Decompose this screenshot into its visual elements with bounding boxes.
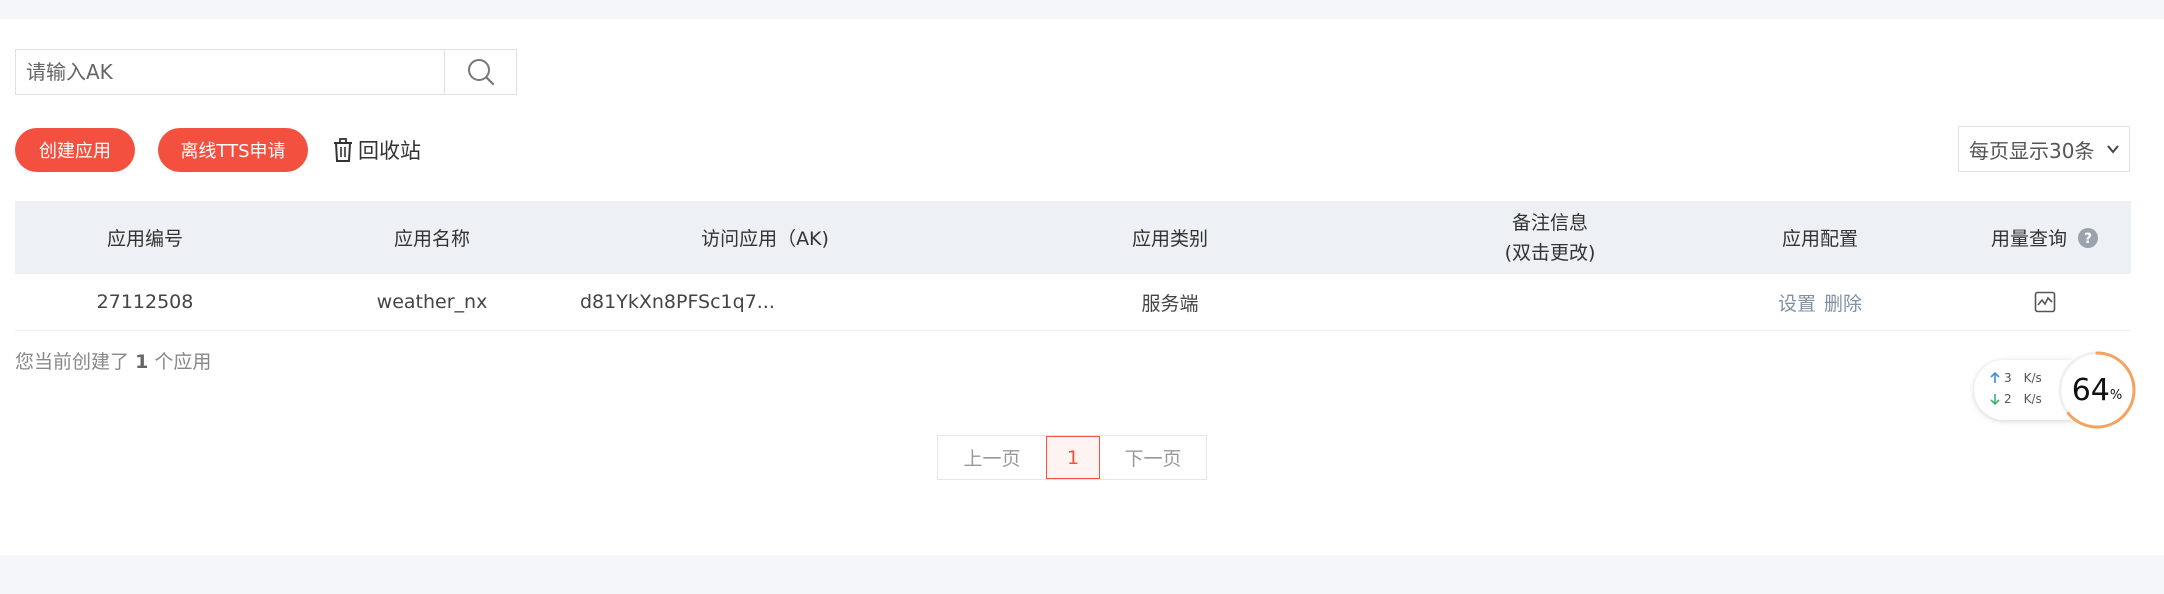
- upload-unit: K/s: [2023, 371, 2042, 385]
- header-app-name: 应用名称: [393, 228, 470, 250]
- prev-page-button[interactable]: 上一页: [938, 436, 1046, 479]
- current-page-button[interactable]: 1: [1046, 436, 1100, 479]
- apps-table: 应用编号 应用名称 访问应用（AK) 应用类别 备注信息 (双击更改) 应用配置…: [15, 201, 2131, 331]
- header-remark: 备注信息 (双击更改): [1435, 201, 1665, 274]
- page-size-label: 每页显示30条: [1969, 138, 2095, 163]
- gauge-percent-unit: %: [2109, 387, 2123, 403]
- upload-value: 3: [2004, 371, 2012, 385]
- help-icon[interactable]: ?: [2077, 227, 2099, 249]
- usage-chart-icon[interactable]: [2034, 291, 2056, 313]
- search-input[interactable]: [16, 50, 446, 94]
- search-box: [15, 49, 517, 95]
- recycle-bin-label: 回收站: [358, 139, 421, 163]
- header-remark-line2: (双击更改): [1504, 241, 1596, 264]
- trash-icon: [334, 138, 352, 162]
- download-value: 2: [2004, 392, 2012, 406]
- cell-app-id: 27112508: [96, 291, 194, 313]
- svg-text:?: ?: [2084, 231, 2092, 247]
- settings-link[interactable]: 设置: [1778, 289, 1816, 316]
- gauge-percent: 64: [2071, 372, 2110, 408]
- next-page-button[interactable]: 下一页: [1100, 436, 1206, 479]
- arrow-down-icon: [1990, 394, 2000, 405]
- chevron-down-icon: [2107, 145, 2119, 154]
- recycle-bin-link[interactable]: 回收站: [332, 134, 421, 166]
- page-size-select[interactable]: 每页显示30条: [1958, 126, 2130, 172]
- create-app-button[interactable]: 创建应用: [15, 128, 135, 172]
- search-icon: [467, 59, 494, 86]
- summary-count: 1: [135, 351, 149, 373]
- download-unit: K/s: [2023, 392, 2042, 406]
- delete-link[interactable]: 删除: [1824, 289, 1862, 316]
- summary-prefix: 您当前创建了: [15, 351, 130, 373]
- table-header: 应用编号 应用名称 访问应用（AK) 应用类别 备注信息 (双击更改) 应用配置…: [15, 201, 2131, 274]
- header-remark-line1: 备注信息: [1511, 211, 1588, 234]
- header-usage-label: 用量查询: [1990, 228, 2067, 250]
- memory-usage-gauge[interactable]: 64%: [2055, 348, 2139, 432]
- search-button[interactable]: [444, 50, 516, 94]
- pagination: 上一页 1 下一页: [937, 435, 1207, 480]
- header-app-id: 应用编号: [106, 228, 183, 250]
- gauge-value: 64%: [2055, 348, 2139, 432]
- cell-remark[interactable]: [1435, 274, 1665, 330]
- table-row: 27112508 weather_nx d81YkXn8PFSc1q7... 服…: [15, 274, 2131, 331]
- upload-rate: 3 K/s: [1990, 371, 2042, 385]
- cell-usage: [1955, 274, 2135, 330]
- cell-app-name: weather_nx: [376, 291, 488, 313]
- cell-access-key: d81YkXn8PFSc1q7...: [580, 291, 775, 313]
- download-rate: 2 K/s: [1990, 392, 2042, 406]
- header-access-key: 访问应用（AK): [701, 228, 829, 250]
- offline-tts-button[interactable]: 离线TTS申请: [158, 128, 308, 172]
- cell-app-type: 服务端: [1141, 292, 1199, 315]
- app-count-summary: 您当前创建了 1 个应用: [15, 347, 211, 374]
- cell-app-config: 设置 删除: [1725, 274, 1915, 330]
- header-app-type: 应用类别: [1131, 228, 1208, 250]
- header-usage: 用量查询 ?: [1955, 201, 2135, 274]
- summary-suffix: 个应用: [154, 351, 212, 373]
- header-app-config: 应用配置: [1781, 228, 1858, 250]
- arrow-up-icon: [1990, 372, 2000, 383]
